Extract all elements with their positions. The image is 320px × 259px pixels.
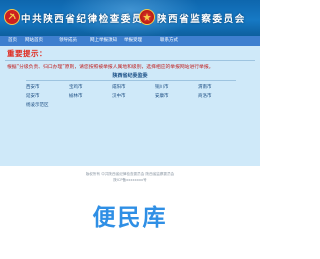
nav-item-contact[interactable]: 联系方式 bbox=[160, 37, 178, 45]
header-banner: 中共陕西省纪律检查委员会 陕西省监察委员会 bbox=[0, 0, 260, 36]
main-content: 重要提示： 根据“分级负责、归口办理”原则，请您按照被举报人属地和级别，选择相应… bbox=[0, 46, 260, 166]
notice-text: 根据“分级负责、归口办理”原则，请您按照被举报人属地和级别，选择相应的举报网站进… bbox=[7, 65, 214, 70]
main-nav: 首页 网站首页 领导成员 网上举报须知 举报受理 联系方式 bbox=[0, 36, 260, 46]
section-divider bbox=[26, 80, 236, 81]
national-emblem-icon bbox=[139, 9, 155, 25]
nav-item-site-home[interactable]: 网站首页 bbox=[25, 37, 43, 45]
nav-item-leaders[interactable]: 领导成员 bbox=[59, 37, 77, 45]
notice-divider bbox=[5, 60, 255, 61]
city-link-xianyang[interactable]: 咸阳市 bbox=[112, 84, 126, 90]
city-link-ankang[interactable]: 安康市 bbox=[155, 93, 169, 99]
city-link-yangling[interactable]: 杨凌示范区 bbox=[26, 102, 49, 108]
notice-title: 重要提示： bbox=[7, 49, 47, 58]
section-title: 陕西省纪委监委 bbox=[112, 73, 148, 79]
footer-icp: 陕ICP备xxxxxxxx号 bbox=[113, 178, 147, 182]
footer-copyright: 版权所有 中共陕西省纪律检查委员会 陕西省监察委员会 bbox=[85, 172, 175, 176]
site-title-supervisory-commission: 陕西省监察委员会 bbox=[157, 14, 246, 25]
watermark-text: 便民库 bbox=[92, 205, 168, 231]
city-link-baoji[interactable]: 宝鸡市 bbox=[69, 84, 83, 90]
nav-item-report-guide[interactable]: 网上举报须知 bbox=[90, 37, 117, 45]
nav-item-report-acceptance[interactable]: 举报受理 bbox=[124, 37, 142, 45]
city-link-shangluo[interactable]: 商洛市 bbox=[198, 93, 212, 99]
footer: 版权所有 中共陕西省纪律检查委员会 陕西省监察委员会 陕ICP备xxxxxxxx… bbox=[0, 166, 260, 188]
city-link-yulin[interactable]: 榆林市 bbox=[69, 93, 83, 99]
site-title-discipline-commission: 中共陕西省纪律检查委员会 bbox=[21, 14, 155, 25]
party-emblem-icon bbox=[4, 9, 20, 25]
city-link-hanzhong[interactable]: 汉中市 bbox=[112, 93, 126, 99]
city-link-weinan[interactable]: 渭南市 bbox=[198, 84, 212, 90]
nav-item-home[interactable]: 首页 bbox=[8, 37, 17, 45]
city-link-yanan[interactable]: 延安市 bbox=[26, 93, 40, 99]
city-link-tongchuan[interactable]: 铜川市 bbox=[155, 84, 169, 90]
city-link-xian[interactable]: 西安市 bbox=[26, 84, 40, 90]
